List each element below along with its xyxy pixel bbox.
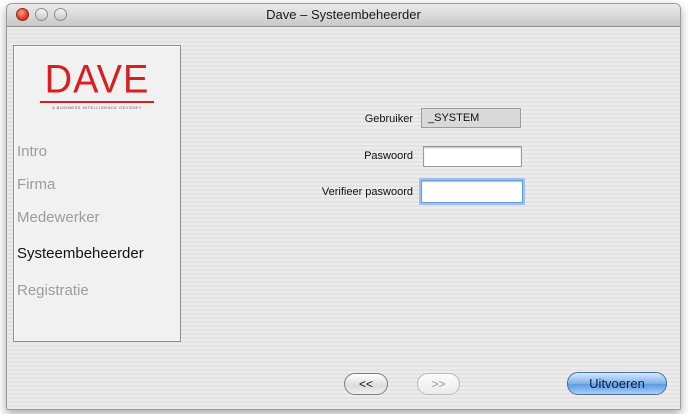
next-button[interactable]: >>	[417, 373, 460, 395]
title-bar[interactable]: Dave – Systeembeheerder	[7, 4, 680, 27]
sidebar-item-systeembeheerder: Systeembeheerder	[17, 245, 144, 262]
logo-tagline: A BUSINESS INTELLIGENCE ODYSSEY	[52, 105, 142, 110]
verify-password-field[interactable]	[421, 180, 523, 203]
back-button[interactable]: <<	[344, 373, 388, 395]
sidebar-item-registratie: Registratie	[17, 282, 89, 299]
logo-underline	[40, 101, 154, 103]
sidebar-item-firma: Firma	[17, 176, 56, 193]
step-sidebar: DAVE A BUSINESS INTELLIGENCE ODYSSEY Int…	[13, 45, 181, 342]
sidebar-item-medewerker: Medewerker	[17, 209, 100, 226]
password-label: Paswoord	[364, 150, 413, 162]
window-title: Dave – Systeembeheerder	[266, 7, 421, 22]
password-field[interactable]	[423, 146, 522, 167]
logo-wordmark: DAVE	[44, 57, 150, 103]
dave-logo: DAVE A BUSINESS INTELLIGENCE ODYSSEY	[36, 58, 158, 112]
window-content: DAVE A BUSINESS INTELLIGENCE ODYSSEY Int…	[7, 27, 680, 409]
verify-password-label: Verifieer paswoord	[321, 186, 413, 198]
sidebar-item-intro: Intro	[17, 143, 48, 160]
installer-window: Dave – Systeembeheerder DAVE A BUSINESS …	[6, 3, 681, 410]
user-value-field: _SYSTEM	[421, 108, 521, 128]
run-button[interactable]: Uitvoeren	[567, 372, 667, 395]
user-label: Gebruiker	[364, 113, 413, 125]
